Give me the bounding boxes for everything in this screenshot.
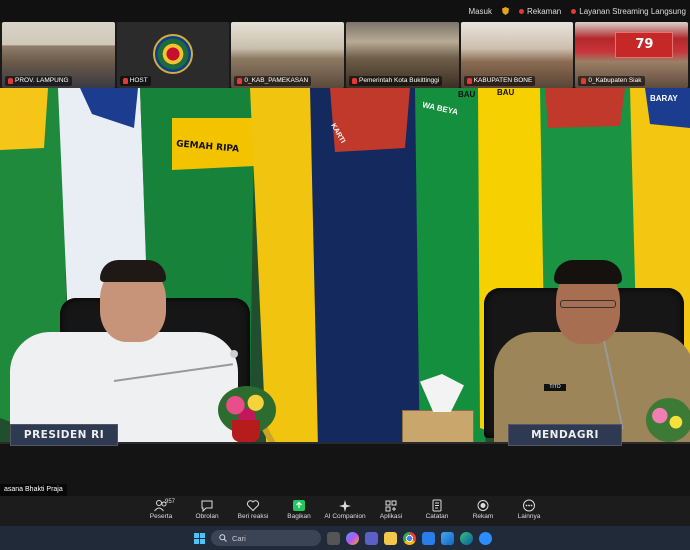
meeting-top-bar: Masuk Rekaman Layanan Streaming Langsung xyxy=(0,0,690,22)
chat-icon xyxy=(201,500,213,512)
vase-left xyxy=(232,420,260,442)
thumbnail-name: 0_Kabupaten Siak xyxy=(588,77,642,84)
flag-text: BAU xyxy=(497,88,515,97)
mic-muted-icon xyxy=(581,78,587,84)
recording-indicator[interactable]: Rekaman xyxy=(519,7,561,16)
task-view-icon[interactable] xyxy=(327,531,340,545)
apps-button[interactable]: Aplikasi xyxy=(368,499,414,525)
thumbnail-label: HOST xyxy=(119,76,151,86)
recording-label: Rekaman xyxy=(527,6,562,16)
record-icon xyxy=(477,500,489,511)
chat-button[interactable]: Obrolan xyxy=(184,499,230,525)
record-dot-icon xyxy=(519,8,524,14)
thumbnail-name: HOST xyxy=(129,77,148,84)
thumbnail-prov-lampung[interactable]: PROV. LAMPUNG xyxy=(2,22,115,88)
thumbnail-name: PROV. LAMPUNG xyxy=(15,77,69,84)
flower-vase-right xyxy=(646,398,690,442)
participants-count: 957 xyxy=(165,499,176,505)
thumbnail-label: PROV. LAMPUNG xyxy=(5,76,72,86)
government-seal-logo xyxy=(152,34,193,74)
store-icon[interactable] xyxy=(422,531,435,545)
copilot-icon[interactable] xyxy=(346,531,359,545)
nameplate-presiden: PRESIDEN RI xyxy=(10,424,118,446)
thumbnail-label: KABUPATEN BONE xyxy=(463,76,536,86)
zoom-meeting-window: Masuk Rekaman Layanan Streaming Langsung… xyxy=(0,0,690,550)
chat-label: Obrolan xyxy=(195,513,219,520)
apps-icon xyxy=(385,500,397,512)
flag-text: BAU xyxy=(458,90,476,99)
ai-companion-button[interactable]: AI Companion xyxy=(322,499,368,525)
thumbnail-name: 0_KAB_PAMEKASAN xyxy=(244,77,309,84)
mic-muted-icon xyxy=(352,78,358,84)
chrome-icon[interactable] xyxy=(403,531,416,545)
react-button[interactable]: Beri reaksi xyxy=(230,499,276,525)
apps-label: Aplikasi xyxy=(379,513,403,520)
thumbnail-kabupaten-siak[interactable]: 79 0_Kabupaten Siak xyxy=(575,22,689,88)
thumbnail-host[interactable]: HOST xyxy=(116,22,230,88)
flag-text: BARAY xyxy=(650,94,678,103)
masuk-label: Masuk xyxy=(468,6,492,16)
notes-icon xyxy=(432,499,442,512)
thumbnail-kab-pamekasan[interactable]: 0_KAB_PAMEKASAN xyxy=(231,22,345,88)
edge-icon[interactable] xyxy=(460,531,473,545)
taskbar-search-box[interactable]: Cari xyxy=(211,530,321,546)
search-icon xyxy=(219,534,227,542)
more-icon xyxy=(523,499,535,512)
mic-muted-icon xyxy=(466,78,472,84)
mic-muted-icon xyxy=(8,78,13,84)
participants-button[interactable]: 957 Peserta xyxy=(138,499,184,525)
participant-thumbnail-strip: PROV. LAMPUNG HOST 0_KAB_PAMEKASAN Pemer… xyxy=(0,22,690,88)
record-label: Rekam xyxy=(472,513,494,520)
notes-button[interactable]: Catatan xyxy=(414,499,460,525)
mic-muted-icon xyxy=(237,78,243,84)
record-button[interactable]: Rekam xyxy=(460,499,506,525)
speaker-name-label: asana Bhakti Praja xyxy=(0,484,67,496)
conference-desk xyxy=(0,442,690,496)
meeting-controls-toolbar: 957 Peserta Obrolan Beri reaksi Bagikan … xyxy=(0,496,690,526)
microphone-head-left xyxy=(230,350,238,358)
name-tag: TITO xyxy=(544,384,566,391)
share-icon xyxy=(293,500,305,511)
share-button[interactable]: Bagikan xyxy=(276,499,322,525)
participants-label: Peserta xyxy=(149,513,173,520)
heart-icon xyxy=(246,500,260,512)
ai-companion-label: AI Companion xyxy=(324,513,366,520)
thumbnail-kabupaten-bone[interactable]: KABUPATEN BONE xyxy=(460,22,574,88)
thumbnail-label: 0_KAB_PAMEKASAN xyxy=(234,76,312,86)
thumbnail-name: Pemerintah Kota Bukittinggi xyxy=(359,77,440,84)
search-text: Cari xyxy=(232,533,246,543)
live-label: Layanan Streaming Langsung xyxy=(579,6,686,16)
more-button[interactable]: Lainnya xyxy=(506,499,552,525)
thumbnail-name: KABUPATEN BONE xyxy=(473,77,533,84)
anniversary-banner: 79 xyxy=(615,32,674,58)
mic-muted-icon xyxy=(122,78,128,84)
share-label: Bagikan xyxy=(287,513,311,520)
windows-taskbar: Cari xyxy=(0,526,690,550)
zoom-app-icon[interactable] xyxy=(479,531,492,545)
main-speaker-video[interactable]: GEMAH RIPA BAU WA BEYA BAU BARAY KARTI T… xyxy=(0,88,690,496)
notes-label: Catatan xyxy=(425,513,449,520)
thumbnail-kota-bukittinggi[interactable]: Pemerintah Kota Bukittinggi xyxy=(346,22,459,88)
file-explorer-icon[interactable] xyxy=(384,531,397,545)
security-shield[interactable] xyxy=(502,7,509,15)
live-streaming-indicator[interactable]: Layanan Streaming Langsung xyxy=(571,7,686,16)
more-label: Lainnya xyxy=(517,513,541,520)
tissue-box xyxy=(402,410,474,444)
masuk-link[interactable]: Masuk xyxy=(468,7,492,16)
sparkle-icon xyxy=(339,500,351,512)
teams-icon[interactable] xyxy=(365,531,378,545)
windows-start-icon[interactable] xyxy=(194,532,205,544)
shield-icon xyxy=(502,7,509,15)
react-label: Beri reaksi xyxy=(237,513,269,520)
live-dot-icon xyxy=(571,8,577,14)
photos-icon[interactable] xyxy=(441,531,454,545)
nameplate-mendagri: MENDAGRI xyxy=(508,424,622,446)
thumbnail-label: Pemerintah Kota Bukittinggi xyxy=(349,76,443,86)
thumbnail-label: 0_Kabupaten Siak xyxy=(578,76,645,86)
